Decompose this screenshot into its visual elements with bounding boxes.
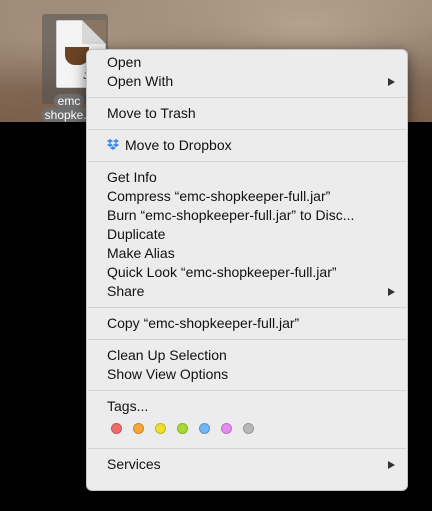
tag-green-dot[interactable] xyxy=(177,423,188,434)
menu-separator xyxy=(88,448,406,449)
menu-item-make-alias[interactable]: Make Alias xyxy=(87,244,407,263)
menu-separator xyxy=(88,161,406,162)
menu-item-open[interactable]: Open xyxy=(87,53,407,72)
context-menu: Open Open With Move to Trash Move to Dro… xyxy=(86,49,408,491)
submenu-arrow-icon xyxy=(388,78,395,86)
page-fold-icon xyxy=(82,20,106,44)
menu-separator xyxy=(88,307,406,308)
menu-item-open-with-label: Open With xyxy=(107,73,174,89)
menu-item-compress[interactable]: Compress “emc-shopkeeper-full.jar” xyxy=(87,187,407,206)
menu-item-share[interactable]: Share xyxy=(87,282,407,301)
dropbox-icon xyxy=(107,139,119,150)
tag-orange-dot[interactable] xyxy=(133,423,144,434)
menu-item-move-to-dropbox-label: Move to Dropbox xyxy=(125,137,232,153)
file-icon-label-line1: emc xyxy=(53,94,85,108)
menu-separator xyxy=(88,97,406,98)
submenu-arrow-icon xyxy=(388,461,395,469)
menu-separator xyxy=(88,339,406,340)
menu-item-open-with[interactable]: Open With xyxy=(87,72,407,91)
menu-item-get-info[interactable]: Get Info xyxy=(87,168,407,187)
menu-separator xyxy=(88,390,406,391)
tag-purple-dot[interactable] xyxy=(221,423,232,434)
menu-item-burn[interactable]: Burn “emc-shopkeeper-full.jar” to Disc..… xyxy=(87,206,407,225)
menu-item-move-to-dropbox[interactable]: Move to Dropbox xyxy=(87,136,407,155)
menu-item-duplicate[interactable]: Duplicate xyxy=(87,225,407,244)
menu-item-move-to-trash[interactable]: Move to Trash xyxy=(87,104,407,123)
submenu-arrow-icon xyxy=(388,288,395,296)
tag-colors-row xyxy=(87,416,407,442)
menu-item-clean-up-selection[interactable]: Clean Up Selection xyxy=(87,346,407,365)
desktop: JAR emc shopke... Open Open With Move to… xyxy=(0,0,432,511)
tag-gray-dot[interactable] xyxy=(243,423,254,434)
menu-item-quick-look[interactable]: Quick Look “emc-shopkeeper-full.jar” xyxy=(87,263,407,282)
menu-item-services-label: Services xyxy=(107,456,161,472)
tag-red-dot[interactable] xyxy=(111,423,122,434)
menu-separator xyxy=(88,129,406,130)
tag-yellow-dot[interactable] xyxy=(155,423,166,434)
tag-blue-dot[interactable] xyxy=(199,423,210,434)
menu-item-services[interactable]: Services xyxy=(87,455,407,474)
menu-item-share-label: Share xyxy=(107,283,145,299)
menu-item-copy[interactable]: Copy “emc-shopkeeper-full.jar” xyxy=(87,314,407,333)
menu-item-show-view-options[interactable]: Show View Options xyxy=(87,365,407,384)
menu-item-tags[interactable]: Tags... xyxy=(87,397,407,416)
